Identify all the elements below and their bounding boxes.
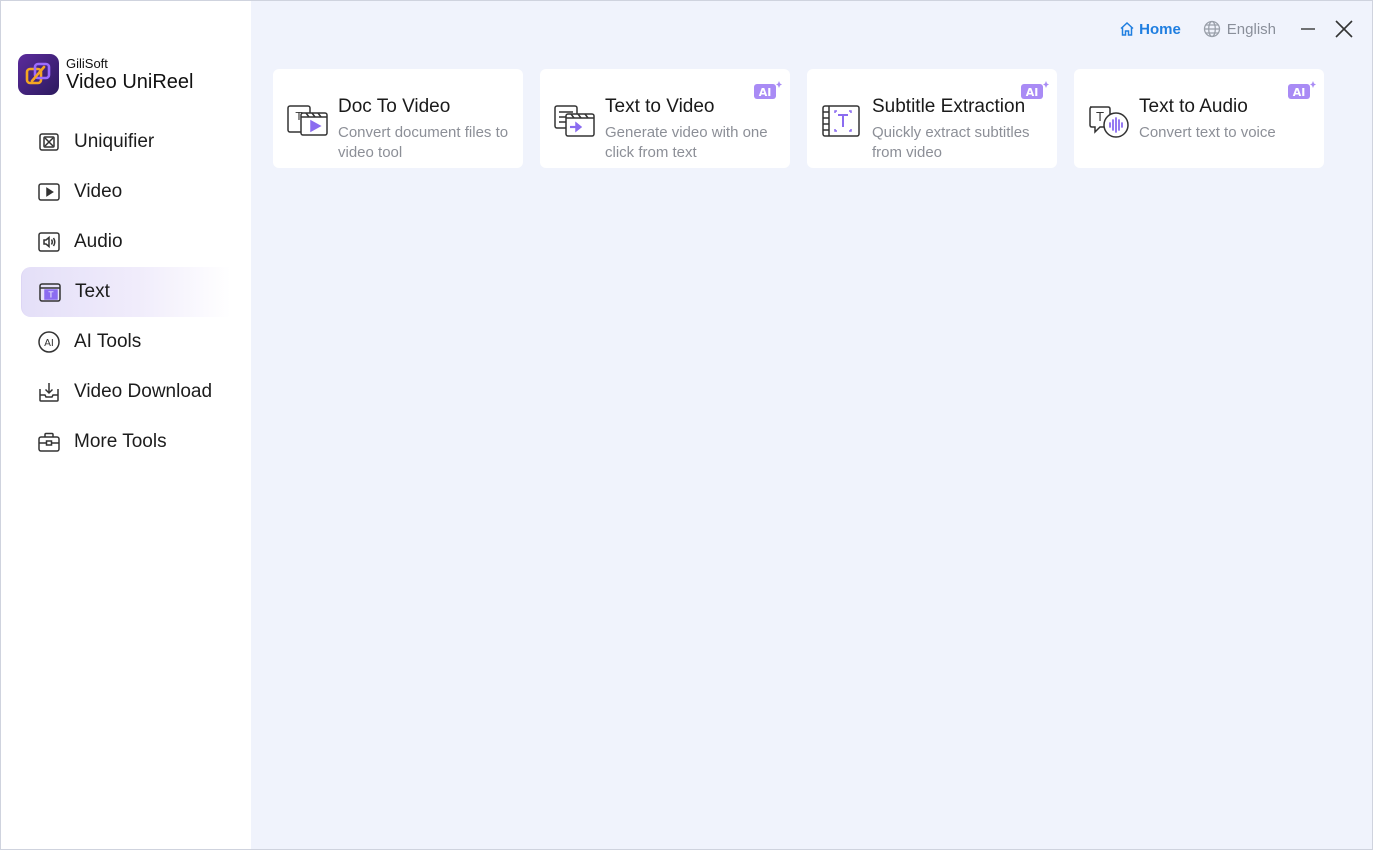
app-window: GiliSoft Video UniReel Uniquifier Video … <box>0 0 1373 850</box>
ai-badge-icon: AI <box>1021 81 1049 99</box>
text-to-video-icon <box>554 105 595 137</box>
tool-cards: T Doc To Video Convert document files to… <box>273 69 1341 168</box>
ai-badge-label: AI <box>759 86 772 99</box>
sidebar-item-label: Video <box>74 181 123 202</box>
home-link[interactable]: Home <box>1119 21 1181 38</box>
sidebar-item-audio[interactable]: Audio <box>21 217 231 267</box>
card-doc-to-video[interactable]: T Doc To Video Convert document files to… <box>273 69 523 168</box>
subtitle-extraction-icon <box>822 105 860 137</box>
logo-icon <box>18 53 59 95</box>
sidebar-item-text[interactable]: T Text <box>21 267 231 317</box>
ai-badge-icon: AI <box>754 81 782 99</box>
card-subtitle-extraction[interactable]: Subtitle Extraction Quickly extract subt… <box>807 69 1057 168</box>
uniquifier-icon <box>37 130 61 154</box>
close-icon <box>1335 20 1353 38</box>
home-icon <box>1120 21 1134 36</box>
audio-icon <box>37 230 61 254</box>
card-title: Subtitle Extraction <box>872 96 1026 117</box>
language-selector[interactable]: English <box>1203 20 1276 38</box>
sidebar-item-label: More Tools <box>74 431 167 452</box>
doc-to-video-icon: T <box>287 105 328 136</box>
sidebar-item-label: AI Tools <box>74 331 142 352</box>
sidebar: GiliSoft Video UniReel Uniquifier Video … <box>1 1 251 849</box>
globe-icon <box>1203 20 1220 38</box>
ai-tools-icon: AI <box>37 330 61 354</box>
sidebar-item-label: Video Download <box>74 381 213 402</box>
sidebar-item-video-download[interactable]: Video Download <box>21 367 231 417</box>
text-to-audio-icon: T <box>1089 106 1129 138</box>
video-download-icon <box>37 380 61 404</box>
ai-badge-label: AI <box>1026 86 1039 99</box>
video-icon <box>37 180 61 204</box>
ai-badge-icon: AI <box>1288 81 1316 99</box>
card-text-to-audio[interactable]: T Text to Audio Convert text to voice AI <box>1074 69 1324 168</box>
card-description: Generate video with one click from text <box>605 124 768 161</box>
card-description: Quickly extract subtitles from video <box>872 124 1030 161</box>
toolbox-icon <box>37 430 61 454</box>
card-description: Convert text to voice <box>1139 124 1276 141</box>
card-title: Doc To Video <box>338 96 451 117</box>
card-title: Text to Video <box>605 96 715 117</box>
text-icon: T <box>38 280 62 304</box>
sidebar-item-label: Audio <box>74 231 123 252</box>
svg-text:T: T <box>48 291 54 300</box>
app-logo: GiliSoft Video UniReel <box>18 53 194 95</box>
sidebar-item-label: Uniquifier <box>74 131 155 152</box>
title-bar: Home English <box>1119 15 1372 43</box>
card-text-to-video[interactable]: Text to Video Generate video with one cl… <box>540 69 790 168</box>
minimize-icon <box>1301 28 1315 30</box>
minimize-button[interactable] <box>1290 15 1326 43</box>
home-label: Home <box>1139 20 1181 38</box>
sidebar-item-more-tools[interactable]: More Tools <box>21 417 231 467</box>
sidebar-item-video[interactable]: Video <box>21 167 231 217</box>
ai-badge-label: AI <box>1293 86 1306 99</box>
card-title: Text to Audio <box>1139 96 1248 117</box>
language-label: English <box>1226 20 1276 38</box>
sidebar-nav: Uniquifier Video Audio T Text AI AI Tool… <box>21 117 231 467</box>
svg-text:T: T <box>1095 110 1104 124</box>
brand-small: GiliSoft <box>66 55 108 71</box>
close-button[interactable] <box>1326 15 1362 43</box>
sidebar-item-ai-tools[interactable]: AI AI Tools <box>21 317 231 367</box>
brand-name: Video UniReel <box>66 70 194 93</box>
sidebar-item-uniquifier[interactable]: Uniquifier <box>21 117 231 167</box>
card-description: Convert document files to video tool <box>338 124 509 161</box>
sidebar-item-label: Text <box>75 281 110 302</box>
svg-text:AI: AI <box>44 338 54 349</box>
